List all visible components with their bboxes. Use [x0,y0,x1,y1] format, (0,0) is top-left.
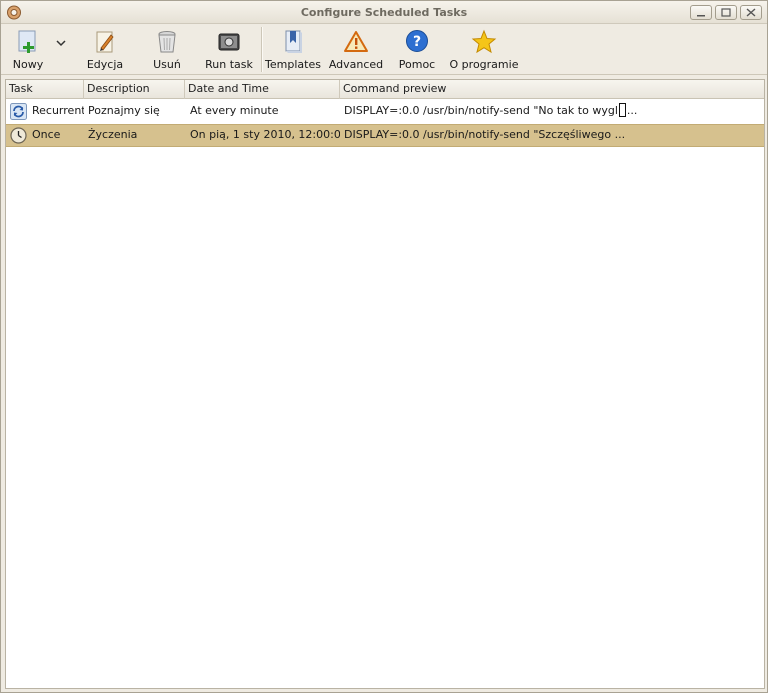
recurrent-icon [10,103,27,120]
close-icon [746,8,756,17]
minimize-button[interactable] [690,5,712,20]
minimize-icon [697,14,705,16]
row-command: DISPLAY=:0.0 /usr/bin/notify-send "Szczę… [344,128,626,141]
maximize-icon [721,8,731,17]
run-task-icon [215,28,243,56]
delete-button[interactable]: Usuń [151,28,183,72]
row-datetime: On pią, 1 sty 2010, 12:00:00 [190,128,340,141]
new-task-icon [14,28,42,56]
window-title: Configure Scheduled Tasks [300,6,468,19]
text-cursor-glyph [618,103,626,117]
help-icon: ? [403,28,431,56]
toolbar: Nowy Edycja Usuń Run task Templates Adva… [1,24,767,75]
chevron-down-icon [56,40,66,47]
new-task-dropdown[interactable] [53,38,69,82]
column-header-task[interactable]: Task [6,80,84,99]
column-header-command[interactable]: Command preview [340,80,764,99]
edit-icon [91,28,119,56]
table-row-selected[interactable]: Once Życzenia On pią, 1 sty 2010, 12:00:… [6,124,764,147]
advanced-label: Advanced [328,58,384,71]
about-label: O programie [449,58,519,71]
new-task-button[interactable]: Nowy [11,28,45,72]
main-window: Configure Scheduled Tasks Nowy Edycja Us… [0,0,768,693]
maximize-button[interactable] [715,5,737,20]
help-button[interactable]: ? Pomoc [399,28,435,72]
edit-label: Edycja [86,58,124,71]
task-list-header: Task Description Date and Time Command p… [6,80,764,99]
advanced-button[interactable]: Advanced [329,28,383,72]
column-header-datetime[interactable]: Date and Time [185,80,340,99]
row-description: Życzenia [88,128,138,141]
clock-icon [10,127,27,144]
help-label: Pomoc [398,58,436,71]
toolbar-separator [261,27,263,72]
templates-label: Templates [265,58,321,71]
trash-icon [153,28,181,56]
new-task-label: Nowy [12,58,44,71]
edit-button[interactable]: Edycja [85,28,125,72]
table-row[interactable]: Recurrent Poznajmy się At every minute D… [6,100,764,123]
title-bar[interactable]: Configure Scheduled Tasks [1,1,767,24]
row-task-type: Recurrent [32,104,84,117]
star-icon [470,28,498,56]
row-command-ellipsis: ... [626,104,638,117]
run-task-label: Run task [205,58,253,71]
svg-text:?: ? [413,34,421,50]
task-list[interactable]: Task Description Date and Time Command p… [5,79,765,689]
templates-icon [279,28,307,56]
run-task-button[interactable]: Run task [205,28,253,72]
about-button[interactable]: O programie [449,28,519,72]
close-button[interactable] [740,5,762,20]
warning-icon [342,28,370,56]
delete-label: Usuń [153,58,181,71]
row-command: DISPLAY=:0.0 /usr/bin/notify-send "No ta… [344,100,762,123]
row-task-type: Once [32,128,61,141]
row-description: Poznajmy się [88,104,160,117]
templates-button[interactable]: Templates [265,28,321,72]
row-command-text: DISPLAY=:0.0 /usr/bin/notify-send "No ta… [344,104,618,117]
row-datetime: At every minute [190,104,279,117]
column-header-description[interactable]: Description [84,80,185,99]
